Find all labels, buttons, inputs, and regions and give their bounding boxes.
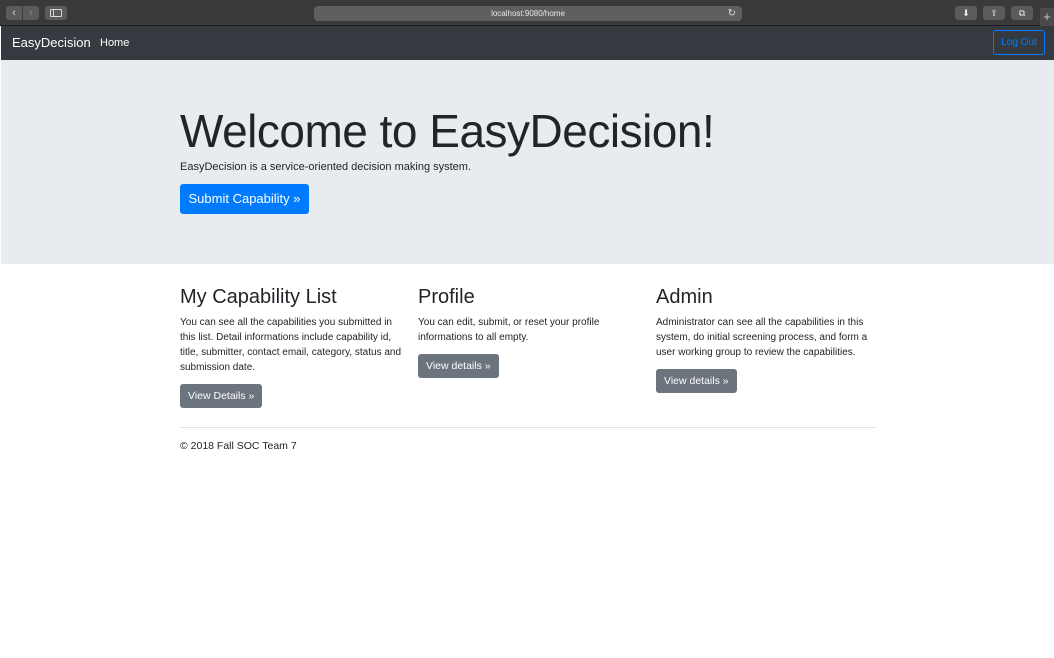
sidebar-toggle-button[interactable]: [45, 6, 67, 20]
submit-capability-button[interactable]: Submit Capability »: [180, 184, 309, 214]
column-title: Profile: [418, 286, 475, 308]
view-details-profile-button[interactable]: View details »: [418, 354, 499, 378]
column-text: You can edit, submit, or reset your prof…: [418, 317, 600, 343]
show-tabs-button[interactable]: ⧉: [1011, 6, 1033, 20]
sidebar-icon: [50, 9, 62, 17]
address-bar[interactable]: localhost:9080/home ↻: [314, 6, 742, 21]
downloads-button[interactable]: ⬇: [955, 6, 977, 20]
back-button[interactable]: ‹: [6, 6, 22, 20]
column-admin: Admin Administrator can see all the capa…: [656, 286, 880, 393]
navbar: EasyDecision Home Log Out: [1, 26, 1054, 60]
footer-text: © 2018 Fall SOC Team 7: [180, 440, 297, 452]
share-button[interactable]: ⇪: [983, 6, 1005, 20]
column-text: Administrator can see all the capabiliti…: [656, 317, 868, 358]
logout-button[interactable]: Log Out: [993, 30, 1045, 55]
chevron-right-icon: ›: [29, 7, 33, 19]
view-details-admin-button[interactable]: View details »: [656, 369, 737, 393]
view-details-capability-button[interactable]: View Details »: [180, 384, 263, 408]
navbar-brand[interactable]: EasyDecision: [12, 35, 91, 50]
chevron-left-icon: ‹: [12, 7, 16, 19]
column-title: My Capability List: [180, 286, 337, 308]
plus-icon: +: [1043, 9, 1051, 24]
new-tab-button[interactable]: +: [1040, 8, 1054, 26]
footer-divider: [180, 427, 876, 428]
forward-button[interactable]: ›: [23, 6, 39, 20]
hero-title: Welcome to EasyDecision!: [180, 105, 715, 157]
reload-icon[interactable]: ↻: [728, 6, 736, 21]
share-icon: ⇪: [990, 8, 998, 18]
download-icon: ⬇: [962, 8, 970, 18]
column-text: You can see all the capabilities you sub…: [180, 317, 402, 373]
hero-jumbotron: Welcome to EasyDecision! EasyDecision is…: [1, 60, 1054, 264]
tabs-icon: ⧉: [1018, 8, 1026, 18]
column-capability-list: My Capability List You can see all the c…: [180, 286, 404, 408]
hero-subtitle: EasyDecision is a service-oriented decis…: [180, 161, 472, 173]
url-text: localhost:9080/home: [491, 9, 565, 18]
browser-toolbar: ‹ › localhost:9080/home ↻ ⬇ ⇪ ⧉ +: [0, 0, 1054, 26]
column-title: Admin: [656, 286, 713, 308]
nav-link-home[interactable]: Home: [100, 37, 129, 49]
column-profile: Profile You can edit, submit, or reset y…: [418, 286, 642, 378]
